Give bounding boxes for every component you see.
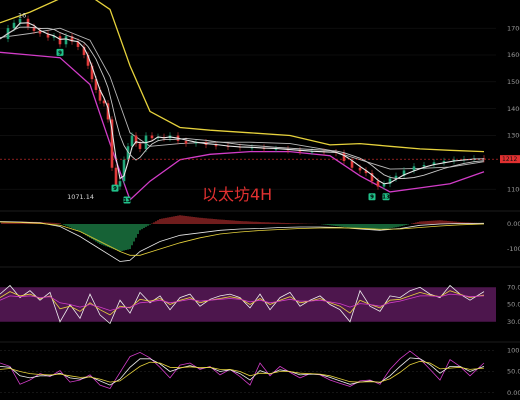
kdj-axis-tick: 50.00 bbox=[507, 368, 520, 376]
candle-body bbox=[58, 36, 62, 45]
candle-body bbox=[130, 135, 134, 147]
candle-body bbox=[118, 181, 122, 187]
kdj-axis-tick: 100.00 bbox=[507, 346, 520, 354]
current-price-label: 1212 bbox=[502, 156, 517, 163]
price-annotation-high: 16 bbox=[18, 11, 26, 19]
rsi-axis-tick: 50.00 bbox=[507, 301, 520, 309]
macd-axis-tick: -100.00 bbox=[507, 245, 520, 253]
candle-body bbox=[350, 161, 354, 168]
candle-body bbox=[12, 22, 16, 29]
candle-body bbox=[422, 165, 426, 167]
td-marker-label: 13 bbox=[123, 198, 131, 204]
price-axis-tick: 1600.00 bbox=[507, 51, 520, 59]
candle-body bbox=[412, 166, 416, 171]
kdj-axis-tick: 0.00 bbox=[507, 389, 520, 397]
td-marker-label: 9 bbox=[58, 50, 62, 56]
trading-chart[interactable]: 9 9 13 9 13 1700.00 1600.00 1500.00 1400.00 1300… bbox=[0, 0, 520, 400]
candle-body bbox=[122, 159, 126, 182]
candle-body bbox=[376, 181, 380, 187]
td-marker-label: 9 bbox=[370, 195, 374, 201]
macd-axis-tick: 0.00 bbox=[507, 220, 520, 228]
candle-body bbox=[18, 18, 22, 23]
td-marker-label: 13 bbox=[382, 195, 390, 201]
candle-body bbox=[184, 140, 188, 144]
candle-body bbox=[342, 152, 346, 162]
price-axis-tick: 1700.00 bbox=[507, 24, 520, 32]
td-marker-label: 9 bbox=[113, 186, 117, 192]
candle-body bbox=[138, 143, 142, 149]
rsi-axis-tick: 30.00 bbox=[507, 318, 520, 326]
price-axis-tick: 1100.00 bbox=[507, 185, 520, 193]
price-annotation-low: 1071.14 bbox=[67, 193, 94, 201]
candle-body bbox=[114, 167, 118, 187]
price-axis-tick: 1500.00 bbox=[507, 78, 520, 86]
candle-body bbox=[150, 135, 154, 139]
rsi-axis-tick: 70.00 bbox=[507, 283, 520, 291]
price-axis-tick: 1400.00 bbox=[507, 105, 520, 113]
chart-overlay-title: 以太坊4H bbox=[202, 185, 272, 204]
candle-body bbox=[358, 167, 362, 171]
price-axis-tick: 1300.00 bbox=[507, 132, 520, 140]
candle-body bbox=[64, 36, 68, 45]
